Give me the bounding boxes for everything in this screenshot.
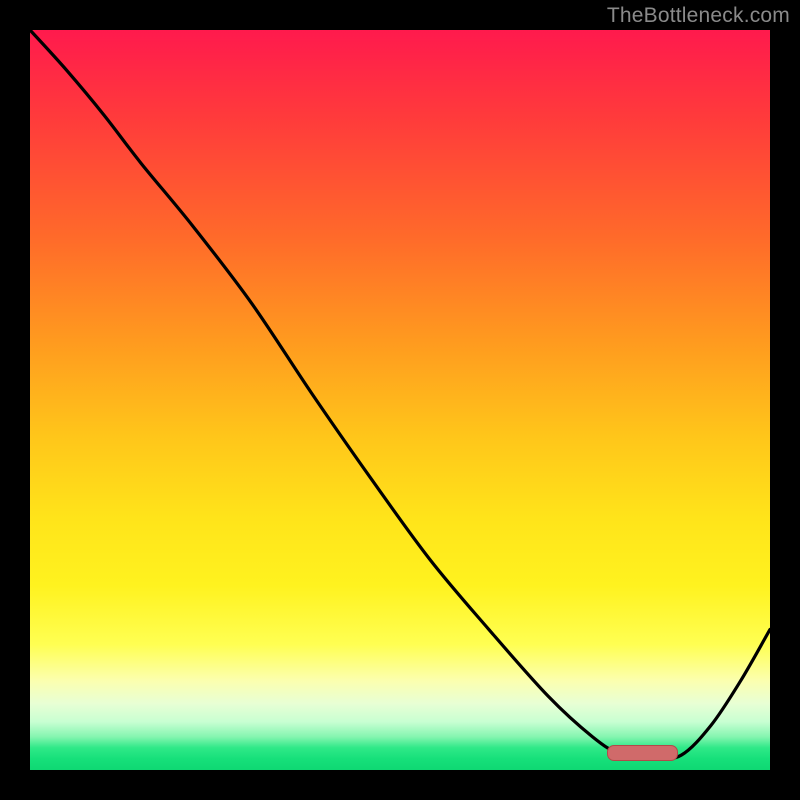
axis-top-mask (0, 0, 800, 30)
axis-bottom-mask (0, 770, 800, 800)
chart-stage: TheBottleneck.com (0, 0, 800, 800)
bottleneck-curve (30, 30, 770, 770)
axis-left-mask (0, 0, 30, 800)
optimal-range-marker (607, 745, 678, 761)
